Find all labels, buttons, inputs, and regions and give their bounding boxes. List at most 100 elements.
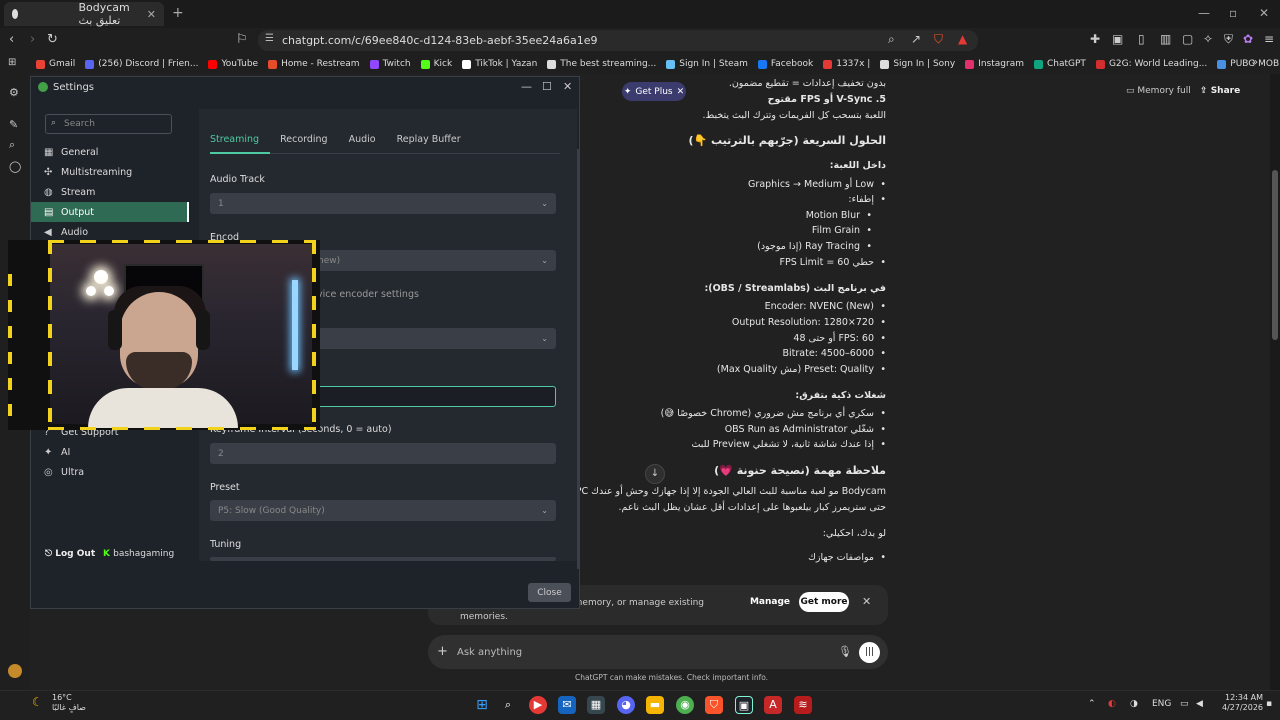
nav-item-ai[interactable]: ✦ AI xyxy=(31,442,189,462)
reading-list-icon[interactable]: ▥ xyxy=(1160,32,1171,46)
keyframe-input[interactable]: 2 xyxy=(210,443,556,464)
bookmark-youtube[interactable]: YouTube xyxy=(208,59,258,69)
browser-tab[interactable]: Bodycam تعليق بث ✕ xyxy=(4,1,164,27)
share-button[interactable]: ⇪ Share xyxy=(1200,86,1240,96)
bookmark-gmail[interactable]: Gmail xyxy=(36,59,75,69)
vpn-icon[interactable]: ⛨ xyxy=(1224,32,1233,47)
settings-search-input[interactable]: ⌕ Search xyxy=(45,114,172,134)
nav-item-ultra[interactable]: ◎ Ultra xyxy=(31,462,189,482)
logout-button[interactable]: ⎋ Log Out xyxy=(45,549,95,559)
nav-item-output[interactable]: ▤ Output xyxy=(31,202,189,222)
forward-icon[interactable]: › xyxy=(30,32,35,47)
tab-audio[interactable]: Audio xyxy=(349,132,387,154)
page-scrollbar[interactable] xyxy=(1270,74,1280,690)
bookmark-restream[interactable]: Home - Restream xyxy=(268,59,360,69)
tab-replay-buffer[interactable]: Replay Buffer xyxy=(397,132,472,154)
bookmark-discord[interactable]: (256) Discord | Frien... xyxy=(85,59,198,69)
bookmark-twitch[interactable]: Twitch xyxy=(369,59,411,69)
discord-icon[interactable]: ◕ xyxy=(617,696,635,714)
chrome-icon[interactable]: ◉ xyxy=(676,696,694,714)
tuning-select[interactable] xyxy=(210,557,556,561)
audio-track-select[interactable]: 1 ⌄ xyxy=(210,193,556,214)
extensions-icon[interactable]: ✚ xyxy=(1090,32,1100,46)
tab-search-icon[interactable]: ▢ xyxy=(1182,32,1193,46)
memory-full-indicator[interactable]: ▭ Memory full xyxy=(1126,86,1191,96)
page-scroll-thumb[interactable] xyxy=(1272,170,1278,340)
manage-button[interactable]: Manage xyxy=(747,593,793,611)
minimize-icon[interactable]: — xyxy=(1198,6,1210,20)
bookmark-chatgpt[interactable]: ChatGPT xyxy=(1034,59,1086,69)
notice-close-icon[interactable]: ✕ xyxy=(862,595,871,608)
minimize-icon[interactable]: — xyxy=(521,80,532,93)
volume-icon[interactable]: ◀ xyxy=(1196,699,1203,709)
bookmark-pubg[interactable]: PUBG MOBILE - Mid... xyxy=(1217,59,1280,69)
system-clock[interactable]: 12:34 AM 4/27/2026 xyxy=(1222,693,1263,713)
bookmark-steam[interactable]: Sign In | Steam xyxy=(666,59,748,69)
site-info-icon[interactable]: ☰ xyxy=(265,33,274,44)
network-icon[interactable]: ▭ xyxy=(1180,699,1189,709)
new-tab-icon[interactable]: + xyxy=(172,5,184,21)
get-more-button[interactable]: Get more xyxy=(799,592,849,612)
bookmark-g2g[interactable]: G2G: World Leading... xyxy=(1095,59,1207,69)
language-indicator[interactable]: ENG xyxy=(1152,699,1171,709)
store-icon[interactable]: ▦ xyxy=(587,696,605,714)
nav-item-stream[interactable]: ◍ Stream xyxy=(31,182,189,202)
scroll-down-icon[interactable]: ↓ xyxy=(645,464,665,484)
tab-close-icon[interactable]: ✕ xyxy=(147,8,156,21)
weather-widget[interactable]: 16°C صافٍ غالبًا xyxy=(52,693,86,713)
brave-icon[interactable]: ⛉ xyxy=(705,696,723,714)
streamlabs-icon[interactable]: ▣ xyxy=(735,696,753,714)
user-avatar[interactable] xyxy=(8,664,22,678)
share-page-icon[interactable]: ↗ xyxy=(911,32,921,46)
profile-icon[interactable]: ✿ xyxy=(1243,32,1253,46)
bookmark-kick[interactable]: Kick xyxy=(420,59,452,69)
tray-app-icon[interactable]: ◐ xyxy=(1108,699,1116,709)
search-chats-icon[interactable]: ⌕ xyxy=(9,138,15,152)
address-bar[interactable]: ☰ chatgpt.com/c/69ee840c-d124-83eb-aebf-… xyxy=(258,30,978,51)
start-icon[interactable]: ⊞ xyxy=(473,696,491,714)
close-icon[interactable]: ✕ xyxy=(563,80,572,93)
reload-icon[interactable]: ↻ xyxy=(47,32,58,47)
brave-rewards-icon[interactable]: ▲ xyxy=(958,32,967,46)
brave-shields-icon[interactable]: ⛉ xyxy=(934,32,943,47)
nav-item-audio[interactable]: ◀ Audio xyxy=(31,222,189,242)
outlook-icon[interactable]: ✉ xyxy=(558,696,576,714)
bookmark-icon[interactable]: ⚐ xyxy=(236,32,248,47)
maximize-icon[interactable]: ▫ xyxy=(1229,6,1237,20)
close-window-icon[interactable]: ✕ xyxy=(1259,6,1269,20)
zoom-icon[interactable]: ⌕ xyxy=(888,32,895,47)
more-bookmarks-icon[interactable]: » xyxy=(1252,57,1258,68)
back-icon[interactable]: ‹ xyxy=(9,32,14,47)
close-button[interactable]: Close xyxy=(528,583,571,602)
preset-select[interactable]: P5: Slow (Good Quality) ⌄ xyxy=(210,500,556,521)
chat-bubble-icon[interactable]: ◯ xyxy=(9,160,21,173)
search-icon[interactable]: ⌕ xyxy=(499,696,517,714)
voice-mode-icon[interactable]: ||| xyxy=(859,642,880,663)
composer-input[interactable]: Ask anything xyxy=(457,647,522,658)
microphone-icon[interactable]: 🎙 xyxy=(838,645,852,658)
bookmark-streaming[interactable]: The best streaming... xyxy=(547,59,656,69)
notifications-icon[interactable]: ▪ xyxy=(1266,699,1272,709)
add-attachment-icon[interactable]: + xyxy=(437,644,448,659)
settings-scrollbar[interactable] xyxy=(577,149,580,569)
encoder-settings-checkbox-label[interactable]: vice encoder settings xyxy=(317,289,419,300)
menu-icon[interactable]: ≡ xyxy=(1264,32,1274,46)
game-app-icon[interactable]: ≋ xyxy=(794,696,812,714)
tab-streaming[interactable]: Streaming xyxy=(210,132,271,154)
bookmark-1337x[interactable]: 1337x | xyxy=(823,59,870,69)
apps-grid-icon[interactable]: ⊞ xyxy=(8,57,16,68)
adobe-icon[interactable]: A xyxy=(764,696,782,714)
media-player-icon[interactable]: ▶ xyxy=(529,696,547,714)
nav-item-general[interactable]: ▦ General xyxy=(31,142,189,162)
bookmark-facebook[interactable]: Facebook xyxy=(757,59,813,69)
nav-item-multistreaming[interactable]: ✣ Multistreaming xyxy=(31,162,189,182)
bookmark-tiktok[interactable]: TikTok | Yazan xyxy=(462,59,537,69)
bookmark-instagram[interactable]: Instagram xyxy=(965,59,1024,69)
sidebar-icon[interactable]: ▯ xyxy=(1138,32,1145,46)
tray-overflow-icon[interactable]: ⌃ xyxy=(1088,699,1096,709)
file-explorer-icon[interactable]: ▬ xyxy=(646,696,664,714)
tab-recording[interactable]: Recording xyxy=(280,132,339,154)
tray-app-icon[interactable]: ◑ xyxy=(1130,699,1138,709)
wallet-icon[interactable]: ▣ xyxy=(1112,32,1123,46)
maximize-icon[interactable]: ☐ xyxy=(542,80,552,93)
